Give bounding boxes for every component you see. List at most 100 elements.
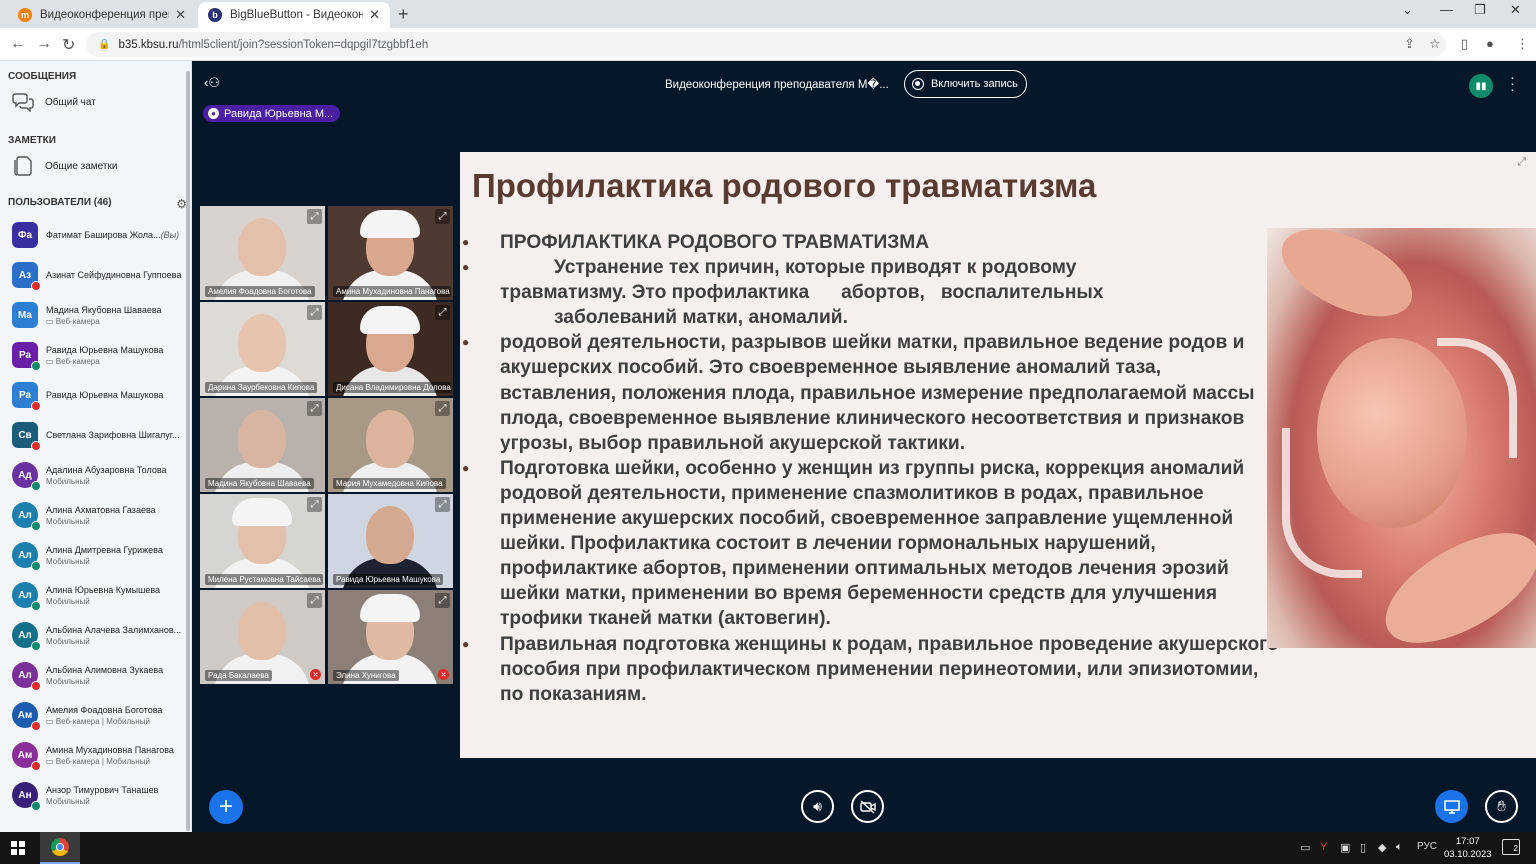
user-initials: Ра — [18, 349, 32, 361]
bullet-3: родовой деятельности, разрывов шейки мат… — [460, 330, 1265, 455]
forward-icon[interactable]: → — [36, 35, 52, 53]
moodle-favicon-icon: m — [18, 8, 32, 22]
presentation-toggle-button[interactable] — [1435, 790, 1468, 823]
fullscreen-icon[interactable]: ⤢ — [1517, 156, 1526, 169]
user-list-item[interactable]: Ал Алина Дмитревна Гурижева Мобильный — [0, 535, 191, 575]
expand-video-icon[interactable]: ⤢ — [307, 593, 322, 608]
user-list-item[interactable]: Фа Фатимат Баширова Жола...(Вы) — [0, 215, 191, 255]
reload-icon[interactable]: ↻ — [62, 35, 75, 55]
restore-icon[interactable]: ❐ — [1474, 2, 1486, 18]
expand-video-icon[interactable]: ⤢ — [435, 497, 450, 512]
browser-tab-conference[interactable]: m Видеоконференция преподава ✕ — [8, 2, 196, 28]
user-name: Амелия Фоадовна Боготова — [46, 705, 186, 715]
user-list-item[interactable]: Ам Амелия Фоадовна Боготова ▭ Веб-камера |… — [0, 695, 191, 735]
user-list-item[interactable]: Ал Алина Ахматовна Газаева Мобильный — [0, 495, 191, 535]
user-list-item[interactable]: Ам Амина Мухадиновна Панагова ▭ Веб-камера… — [0, 735, 191, 775]
security-tray-icon[interactable]: ◆ — [1378, 841, 1386, 854]
user-status-icon — [31, 481, 41, 491]
browser-menu-icon[interactable]: ⋮ — [1516, 36, 1529, 52]
expand-video-icon[interactable]: ⤢ — [435, 305, 450, 320]
user-list-item[interactable]: Ра Равида Юрьевна Машукова ▭ Веб-камера — [0, 335, 191, 375]
app-tray-icon[interactable]: ▣ — [1340, 841, 1350, 854]
user-status-icon — [31, 801, 41, 811]
new-tab-icon[interactable]: + — [398, 4, 409, 25]
webcam-tile[interactable]: ⤢ Амелия Фоадовна Боготова — [200, 206, 325, 300]
user-device-text: Мобильный — [46, 556, 90, 566]
user-initials: Аз — [18, 269, 32, 281]
tab-close-icon[interactable]: ✕ — [369, 7, 380, 23]
webcam-tile[interactable]: ⤢ Рада Бакалаева ✕ — [200, 590, 325, 684]
webcam-name-label: Элина Хунигова — [333, 670, 399, 681]
notifications-icon[interactable]: 2 — [1502, 839, 1520, 855]
user-device-label: ▭ Веб-камера | Мобильный — [46, 717, 186, 726]
actions-plus-button[interactable]: + — [209, 790, 243, 824]
public-chat-item[interactable]: Общий чат — [0, 85, 191, 119]
webcam-tile[interactable]: ⤢ Элина Хунигова ✕ — [328, 590, 453, 684]
user-status-icon — [31, 721, 41, 731]
yandex-tray-icon[interactable]: Y — [1320, 841, 1327, 853]
network-tray-icon[interactable]: ▭ — [1300, 841, 1310, 854]
user-list-item[interactable]: Ра Равида Юрьевна Машукова — [0, 375, 191, 415]
webcam-tile[interactable]: ⤢ Мария Мухамедовна Кипова — [328, 398, 453, 492]
sidebar-scrollbar[interactable] — [186, 71, 190, 831]
user-list-item[interactable]: Ал Альбина Алачева Залимханов... Мобильный — [0, 615, 191, 655]
side-panel-icon[interactable]: ▯ — [1461, 36, 1468, 52]
tab-close-icon[interactable]: ✕ — [175, 7, 186, 23]
webcam-tile[interactable]: ⤢ Амина Мухадиновна Панагова — [328, 206, 453, 300]
windows-start-icon[interactable] — [11, 841, 25, 855]
camera-off-icon — [859, 799, 876, 814]
system-clock[interactable]: 17:07 03.10.2023 — [1444, 835, 1492, 861]
back-icon[interactable]: ← — [10, 35, 26, 53]
bookmark-star-icon[interactable]: ☆ — [1429, 36, 1441, 52]
profile-icon[interactable]: ● — [1486, 36, 1494, 51]
user-list-item[interactable]: Ма Мадина Якубовна Шаваева ▭ Веб-камера — [0, 295, 191, 335]
presentation-slide: ⤢ Профилактика родового травматизма ПРОФ… — [460, 152, 1536, 758]
record-button[interactable]: Включить запись — [904, 70, 1027, 98]
clock-time: 17:07 — [1455, 836, 1480, 847]
user-list-item[interactable]: Ал Альбина Алимовна Зукаева Мобильный — [0, 655, 191, 695]
user-name: Алина Ахматовна Газаева — [46, 505, 186, 515]
user-list-item[interactable]: Ад Адалина Абузаровна Толова Мобильный — [0, 455, 191, 495]
webcam-name-label: Мария Мухамедовна Кипова — [333, 478, 446, 489]
expand-video-icon[interactable]: ⤢ — [435, 209, 450, 224]
close-window-icon[interactable]: ✕ — [1510, 2, 1521, 18]
toggle-userlist-icon[interactable]: ‹⚇ — [204, 75, 220, 91]
expand-video-icon[interactable]: ⤢ — [307, 401, 322, 416]
raise-hand-button[interactable]: ✋︎ — [1485, 790, 1518, 823]
webcam-tile[interactable]: ⤢ Мадина Якубовна Шаваева — [200, 398, 325, 492]
expand-video-icon[interactable]: ⤢ — [435, 593, 450, 608]
notification-count: 2 — [1513, 844, 1518, 853]
participant-face — [238, 218, 286, 276]
participant-face — [238, 602, 286, 660]
user-avatar: Фа — [12, 222, 38, 248]
webcam-tile[interactable]: ⤢ Равида Юрьевна Машукова — [328, 494, 453, 588]
audio-settings-button[interactable]: 🔊︎ — [801, 790, 834, 823]
webcam-toggle-button[interactable] — [851, 790, 884, 823]
options-menu-icon[interactable]: · · · — [1510, 70, 1515, 97]
usb-tray-icon[interactable]: ▯ — [1360, 841, 1366, 854]
tab-search-icon[interactable]: ⌄ — [1402, 2, 1413, 18]
user-list-item[interactable]: Св Светлана Зарифовна Шигалуг... — [0, 415, 191, 455]
language-indicator[interactable]: РУС — [1417, 841, 1437, 852]
webcam-tile[interactable]: ⤢ Дисана Владимировна Долова — [328, 302, 453, 396]
talking-indicator[interactable]: ● Равида Юрьевна М... — [203, 105, 341, 122]
user-list-item[interactable]: Ан Анзор Тимурович Танашев Мобильный — [0, 775, 191, 815]
lock-icon[interactable]: 🔒 — [98, 39, 110, 50]
webcam-tile[interactable]: ⤢ Дарина Заурбековна Кипова — [200, 302, 325, 396]
share-icon[interactable]: ⇪ — [1404, 36, 1415, 52]
webcam-tile[interactable]: ⤢ Милена Рустамовна Тайсаева — [200, 494, 325, 588]
chrome-taskbar-button[interactable] — [40, 832, 80, 864]
user-initials: Ан — [18, 789, 32, 801]
shared-notes-item[interactable]: Общие заметки — [0, 149, 191, 183]
expand-video-icon[interactable]: ⤢ — [307, 209, 322, 224]
minimize-icon[interactable]: — — [1440, 2, 1453, 17]
browser-tab-bigbluebutton[interactable]: b BigBlueButton - Видеоконфере ✕ — [198, 2, 390, 28]
user-list-item[interactable]: Ал Алина Юрьевна Кумышева Мобильный — [0, 575, 191, 615]
expand-video-icon[interactable]: ⤢ — [435, 401, 450, 416]
expand-video-icon[interactable]: ⤢ — [307, 305, 322, 320]
volume-tray-icon[interactable]: 🔈︎ — [1396, 841, 1403, 854]
connection-status-icon[interactable]: ▮▮ — [1469, 74, 1493, 98]
user-list-item[interactable]: Аз Азинат Сейфудиновна Гуппоева — [0, 255, 191, 295]
address-bar[interactable]: 🔒 b35.kbsu.ru/html5client/join?sessionTo… — [86, 32, 1446, 57]
expand-video-icon[interactable]: ⤢ — [307, 497, 322, 512]
